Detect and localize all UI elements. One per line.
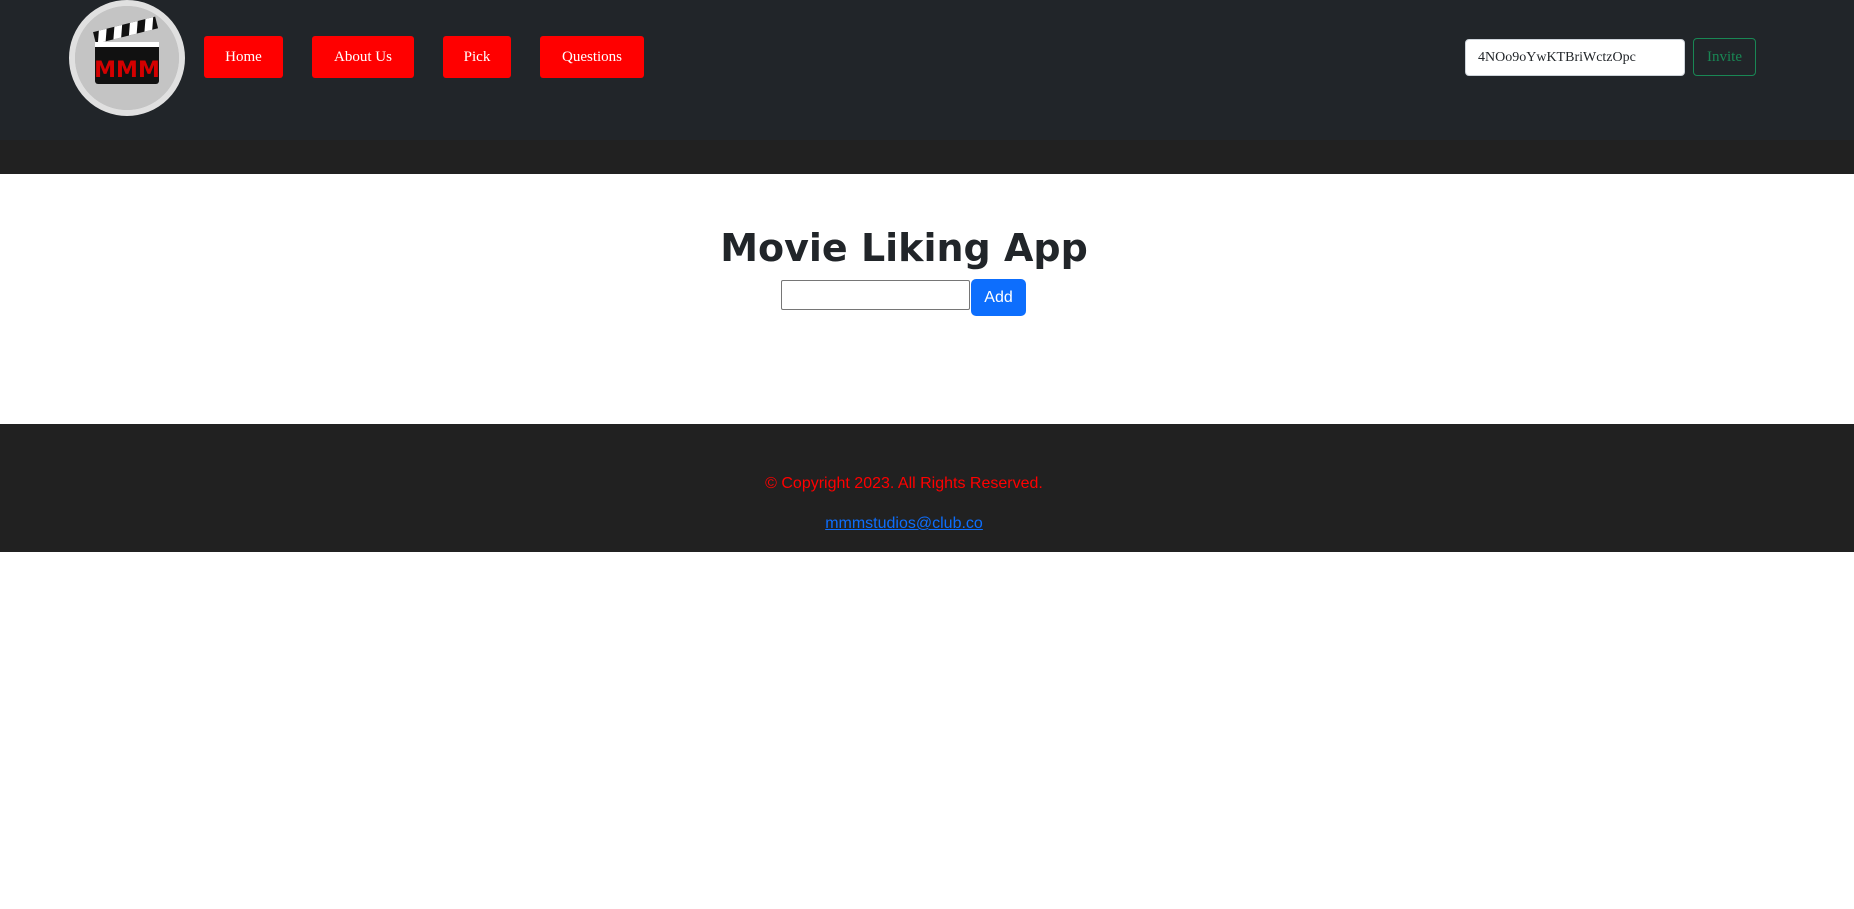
nav-pick-button[interactable]: Pick — [443, 36, 511, 78]
invite-button[interactable]: Invite — [1693, 38, 1756, 76]
contact-email-link[interactable]: mmmstudios@club.co — [825, 515, 983, 532]
add-movie-button[interactable]: Add — [971, 279, 1026, 316]
movie-name-input[interactable] — [781, 280, 970, 310]
clapperboard-logo-icon[interactable]: MMM — [69, 0, 185, 116]
nav-home-button[interactable]: Home — [204, 36, 283, 78]
clapperboard-icon: MMM — [75, 6, 179, 110]
logo-text: MMM — [94, 58, 160, 83]
invite-code-input[interactable] — [1465, 39, 1685, 76]
nav-about-us-button[interactable]: About Us — [312, 36, 414, 78]
copyright-text: © Copyright 2023. All Rights Reserved. — [765, 475, 1043, 492]
header-sub-bar — [0, 140, 1854, 174]
nav-questions-button[interactable]: Questions — [540, 36, 644, 78]
email-link-container: mmmstudios@club.co — [0, 514, 1808, 534]
top-navbar: MMM Home About Us Pick Questions Invite — [0, 0, 1854, 140]
page-title: Movie Liking App — [720, 226, 1088, 270]
